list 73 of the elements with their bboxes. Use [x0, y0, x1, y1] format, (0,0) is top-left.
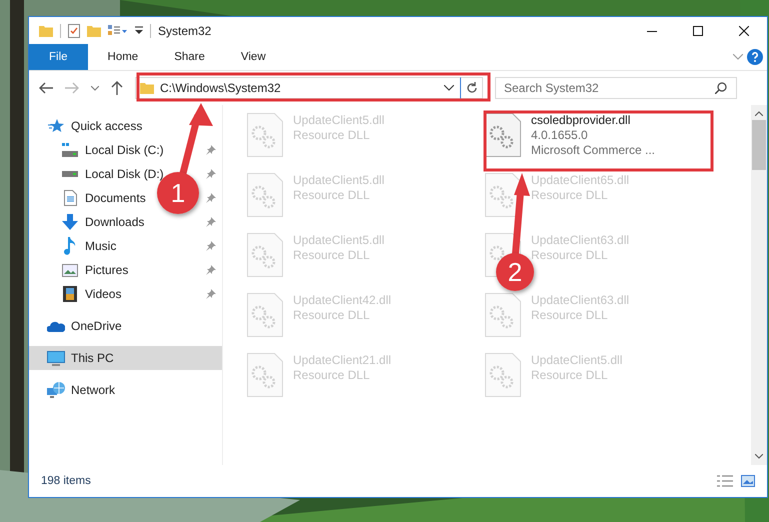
file-detail: Resource DLL: [293, 128, 371, 142]
close-icon[interactable]: [739, 26, 749, 36]
item-count: 198 items: [41, 475, 91, 487]
ribbon-tab[interactable]: Share: [158, 44, 221, 70]
sidebar-item[interactable]: Quick access: [29, 114, 222, 138]
sidebar-item[interactable]: OneDrive: [29, 314, 222, 338]
checklist-icon[interactable]: [68, 24, 80, 38]
up-icon[interactable]: [111, 81, 123, 95]
details-view-icon[interactable]: [717, 475, 733, 487]
document-icon: [64, 190, 76, 206]
search-field[interactable]: Search System32: [495, 77, 737, 99]
drive-icon: [62, 143, 78, 157]
maximize-icon[interactable]: [693, 26, 703, 36]
expand-ribbon-icon[interactable]: [733, 54, 743, 60]
scroll-up-icon[interactable]: [755, 111, 763, 116]
pin-icon[interactable]: [206, 169, 216, 179]
properties-icon[interactable]: [108, 24, 128, 36]
sidebar-item[interactable]: Documents: [85, 191, 146, 205]
ribbon-tab[interactable]: View: [224, 44, 282, 70]
file-detail: 4.0.1655.0: [531, 128, 589, 142]
file-detail: Resource DLL: [531, 368, 609, 382]
music-icon: [64, 237, 76, 255]
pin-icon[interactable]: [206, 241, 216, 251]
dropdown-icon[interactable]: [135, 26, 143, 36]
sidebar-item[interactable]: Downloads: [85, 215, 144, 229]
file-detail: Resource DLL: [531, 308, 609, 322]
network-icon: [47, 382, 65, 398]
refresh-button[interactable]: [461, 77, 483, 99]
scroll-down-icon[interactable]: [755, 454, 763, 459]
pictures-icon: [62, 264, 78, 276]
pin-icon[interactable]: [206, 289, 216, 299]
sidebar-item[interactable]: This PC: [29, 346, 222, 370]
sidebar-item[interactable]: Music: [85, 239, 116, 253]
back-icon[interactable]: [39, 82, 53, 94]
file-detail: Resource DLL: [293, 368, 371, 382]
folder-icon: [140, 82, 154, 94]
ribbon-tab[interactable]: Home: [92, 44, 154, 70]
ribbon-tab[interactable]: File: [29, 44, 88, 70]
file-detail: Resource DLL: [293, 188, 371, 202]
help-icon[interactable]: [747, 49, 763, 65]
address-bar[interactable]: C:\Windows\System32: [135, 77, 461, 99]
sidebar-item[interactable]: Pictures: [85, 263, 128, 277]
search-icon[interactable]: [715, 82, 727, 94]
dropdown-icon[interactable]: [444, 85, 454, 91]
folder-icon[interactable]: [87, 24, 101, 36]
sidebar-item[interactable]: Videos: [85, 287, 122, 301]
cloud-icon: [47, 320, 65, 332]
drive-icon: [62, 171, 78, 177]
star-icon: [48, 119, 64, 133]
computer-icon: [47, 350, 65, 366]
folder-icon[interactable]: [39, 24, 53, 36]
sidebar-item[interactable]: Local Disk (C:): [85, 143, 164, 157]
pin-icon[interactable]: [206, 217, 216, 227]
window-title: System32: [158, 24, 212, 38]
file-detail: Microsoft Commerce ...: [531, 143, 656, 157]
pin-icon[interactable]: [206, 265, 216, 275]
file-name[interactable]: csoledbprovider.dll: [531, 113, 656, 127]
pin-icon[interactable]: [206, 145, 216, 155]
file-detail: Resource DLL: [531, 248, 609, 262]
film-icon: [63, 286, 77, 302]
dll-file-icon[interactable]: [485, 113, 521, 157]
large-icons-view-icon[interactable]: [741, 475, 755, 487]
forward-icon[interactable]: [65, 82, 79, 94]
recent-dropdown-icon[interactable]: [91, 86, 99, 90]
file-detail: Resource DLL: [293, 248, 371, 262]
file-detail: Resource DLL: [293, 308, 371, 322]
sidebar-item[interactable]: Local Disk (D:): [85, 167, 164, 181]
scrollbar-thumb[interactable]: [752, 120, 766, 170]
refresh-icon: [466, 82, 478, 94]
sidebar-item[interactable]: Network: [29, 378, 222, 402]
file-detail: Resource DLL: [531, 188, 609, 202]
download-icon: [62, 214, 78, 230]
pin-icon[interactable]: [206, 193, 216, 203]
